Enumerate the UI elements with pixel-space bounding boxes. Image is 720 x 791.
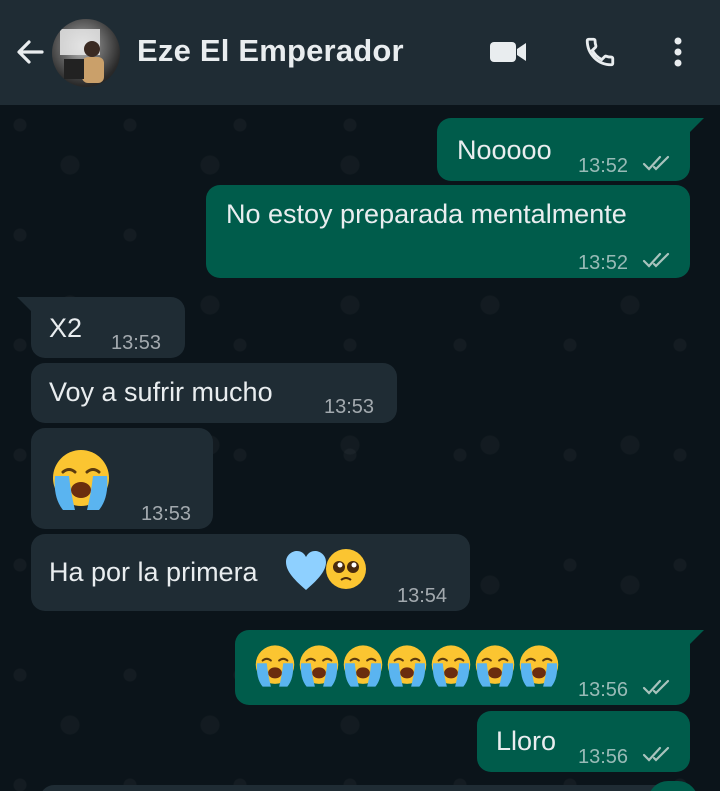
message-bubble-incoming[interactable]: Ha por la primera 13:54 [31, 534, 470, 611]
double-check-icon [642, 746, 670, 762]
message-bubble-outgoing[interactable]: No estoy preparada mentalmente 13:52 [206, 185, 690, 278]
loudly-crying-face-icon [475, 645, 515, 687]
loudly-crying-face-icon [299, 645, 339, 687]
bubble-tail [690, 630, 704, 644]
message-text: X2 [49, 313, 83, 343]
message-bubble-outgoing[interactable] [648, 781, 698, 791]
light-blue-heart-icon [286, 551, 326, 590]
message-text: Nooooo [457, 135, 552, 165]
message-bubble-incoming[interactable]: X2 13:53 [31, 297, 185, 358]
video-camera-icon[interactable] [486, 30, 530, 74]
emoji-row [253, 644, 561, 688]
message-bubble-outgoing[interactable]: 13:56 [235, 630, 690, 705]
contact-name[interactable]: Eze El Emperador [137, 33, 404, 69]
message-bubble-outgoing[interactable]: Nooooo 13:52 [437, 118, 690, 181]
loudly-crying-face-icon [431, 645, 471, 687]
avatar[interactable] [52, 19, 120, 87]
bubble-tail [17, 297, 31, 311]
message-time: 13:56 [578, 746, 629, 768]
loudly-crying-face-icon [255, 645, 295, 687]
message-bubble-incoming[interactable] [40, 785, 690, 791]
arrow-left-icon[interactable] [12, 34, 48, 70]
message-text: No estoy preparada mentalmente [226, 199, 627, 229]
pleading-face-icon [326, 549, 366, 589]
chat-area[interactable]: Nooooo 13:52 No estoy preparada mentalme… [0, 105, 720, 791]
bubble-tail [690, 118, 704, 132]
message-text: Voy a sufrir mucho [49, 377, 273, 407]
message-bubble-outgoing[interactable]: Lloro 13:56 [477, 711, 690, 772]
double-check-icon [642, 252, 670, 268]
loudly-crying-face-icon [387, 645, 427, 687]
more-vertical-icon[interactable] [656, 30, 700, 74]
loudly-crying-face-icon [519, 645, 559, 687]
double-check-icon [642, 679, 670, 695]
message-time: 13:54 [397, 585, 448, 607]
message-bubble-incoming[interactable]: 13:53 [31, 428, 213, 529]
loudly-crying-face-icon [53, 450, 109, 510]
message-time: 13:52 [578, 155, 629, 177]
message-time: 13:53 [111, 332, 162, 354]
message-time: 13:52 [578, 252, 629, 274]
message-time: 13:53 [141, 503, 192, 525]
message-time: 13:56 [578, 679, 629, 701]
phone-icon[interactable] [578, 30, 622, 74]
chat-header: Eze El Emperador [0, 0, 720, 105]
message-time: 13:53 [324, 396, 375, 418]
message-text: Ha por la primera [49, 557, 258, 587]
message-bubble-incoming[interactable]: Voy a sufrir mucho 13:53 [31, 363, 397, 423]
loudly-crying-face-icon [343, 645, 383, 687]
message-text: Lloro [496, 726, 557, 756]
double-check-icon [642, 155, 670, 171]
